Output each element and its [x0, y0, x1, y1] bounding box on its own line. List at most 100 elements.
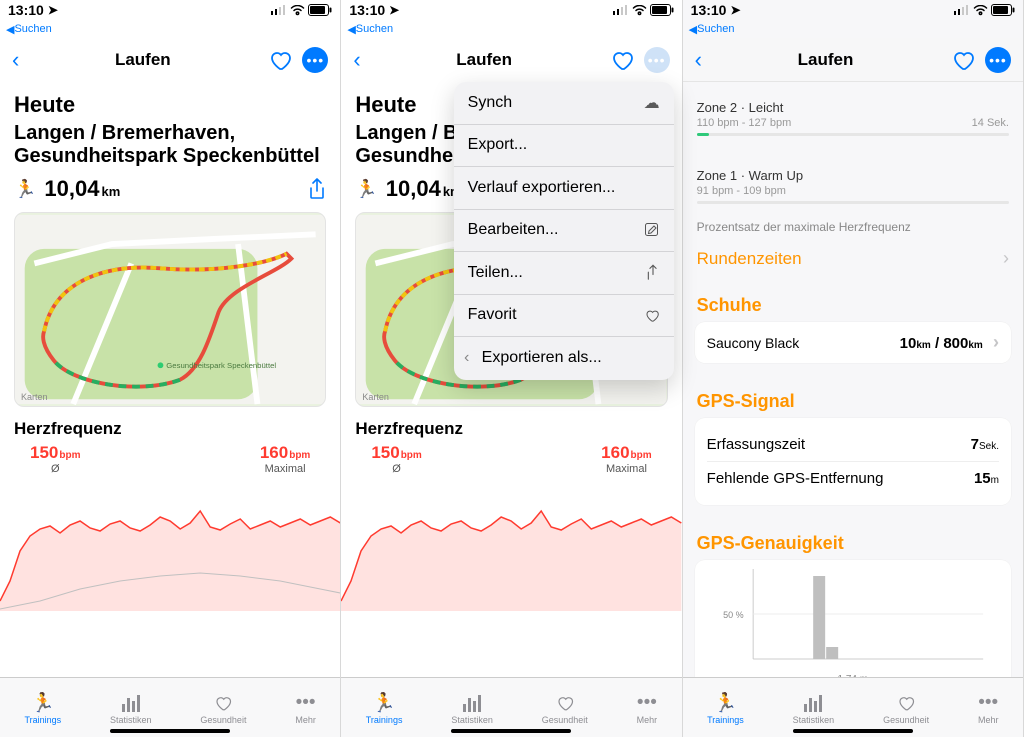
day-label: Heute — [0, 82, 340, 122]
zone-1: Zone 1 · Warm Up 91 bpm - 109 bpm — [695, 162, 1011, 206]
cloud-download-icon: ☁︎ — [644, 93, 660, 113]
tab-trainings[interactable]: 🏃Trainings — [707, 692, 744, 725]
gps-time-label: Erfassungszeit — [707, 436, 805, 453]
zone2-time: 14 Sek. — [972, 117, 1009, 129]
tab-more[interactable]: •••Mehr — [978, 692, 999, 725]
content: Heute Langen / Bremerhaven, Gesundheitsp… — [0, 82, 340, 677]
gps-accuracy-chart: 50 % 1,74 m — [695, 560, 1011, 677]
hr-stats: 150bpm Ø 160bpm Maximal — [0, 443, 340, 477]
more-button[interactable]: ••• — [644, 47, 670, 73]
menu-edit[interactable]: Bearbeiten... — [454, 210, 674, 253]
back-button[interactable]: ‹ — [695, 47, 702, 73]
tab-bar: 🏃Trainings Statistiken Gesundheit •••Meh… — [0, 677, 340, 737]
gps-signal-header: GPS-Signal — [683, 377, 1023, 418]
runner-icon: 🏃 — [14, 179, 36, 200]
battery-icon — [308, 4, 332, 16]
location-arrow-icon: ➤ — [389, 3, 399, 17]
battery-icon — [991, 4, 1015, 16]
tab-health[interactable]: Gesundheit — [883, 692, 929, 725]
tab-trainings[interactable]: 🏃Trainings — [24, 692, 61, 725]
distance-value: 10,04km — [44, 176, 120, 202]
map-svg: Gesundheitspark Speckenbüttel — [15, 213, 325, 406]
map-view[interactable]: Gesundheitspark Speckenbüttel Karten — [14, 212, 326, 407]
more-icon: ••• — [296, 692, 316, 714]
hr-chart — [0, 481, 340, 611]
heart-icon — [644, 308, 660, 323]
screen-summary: 13:10 ➤ ◀ Suchen ‹ Laufen ••• Heute Lang… — [0, 0, 341, 737]
zone-2: Zone 2 · Leicht 110 bpm - 127 bpm14 Sek. — [695, 94, 1011, 138]
status-time: 13:10 — [8, 2, 44, 18]
svg-text:50 %: 50 % — [723, 610, 744, 620]
back-to-search[interactable]: ◀ Suchen — [683, 20, 1023, 38]
home-indicator[interactable] — [793, 729, 913, 733]
battery-icon — [650, 4, 674, 16]
runner-icon: 🏃 — [355, 179, 377, 200]
hr-title: Herzfrequenz — [0, 407, 340, 443]
home-indicator[interactable] — [110, 729, 230, 733]
favorite-button[interactable] — [608, 46, 636, 74]
menu-favorite[interactable]: Favorit — [454, 295, 674, 338]
back-button[interactable]: ‹ — [353, 47, 360, 73]
back-button[interactable]: ‹ — [12, 47, 19, 73]
chevron-right-icon: › — [1003, 248, 1009, 269]
back-to-search[interactable]: ◀ Suchen — [341, 20, 681, 38]
percent-text: Prozentsatz der maximale Herzfrequenz — [683, 210, 1023, 236]
signal-icon — [613, 5, 629, 15]
menu-share[interactable]: Teilen... — [454, 252, 674, 295]
hr-max-value: 160 — [260, 443, 288, 462]
heart-icon — [610, 48, 634, 72]
tab-trainings[interactable]: 🏃Trainings — [366, 692, 403, 725]
nav-title: Laufen — [19, 50, 266, 70]
gps-accuracy-header: GPS-Genauigkeit — [683, 519, 1023, 560]
location-arrow-icon: ➤ — [730, 3, 740, 17]
signal-icon — [954, 5, 970, 15]
nav-title: Laufen — [361, 50, 608, 70]
signal-icon — [271, 5, 287, 15]
chevron-right-icon: › — [993, 332, 999, 352]
tab-health[interactable]: Gesundheit — [542, 692, 588, 725]
wifi-icon — [290, 5, 305, 16]
status-bar: 13:10 ➤ — [0, 0, 340, 20]
location-title: Langen / Bremerhaven, Gesundheitspark Sp… — [0, 122, 340, 174]
home-indicator[interactable] — [451, 729, 571, 733]
lap-times-link[interactable]: Rundenzeiten› — [683, 236, 1023, 281]
shoe-row[interactable]: Saucony Black 10km / 800km › — [695, 322, 1011, 363]
back-to-search[interactable]: ◀ Suchen — [0, 20, 340, 38]
wifi-icon — [973, 5, 988, 16]
menu-export[interactable]: Export... — [454, 125, 674, 168]
tab-stats[interactable]: Statistiken — [451, 692, 493, 725]
more-button[interactable]: ••• — [302, 47, 328, 73]
location-arrow-icon: ➤ — [48, 3, 58, 17]
shoes-header: Schuhe — [683, 281, 1023, 322]
menu-export-history[interactable]: Verlauf exportieren... — [454, 167, 674, 210]
gps-miss-label: Fehlende GPS-Entfernung — [707, 470, 884, 487]
menu-sync[interactable]: Synch☁︎ — [454, 82, 674, 125]
tab-more[interactable]: •••Mehr — [637, 692, 658, 725]
edit-icon — [644, 222, 660, 238]
tab-stats[interactable]: Statistiken — [793, 692, 835, 725]
nav-bar: ‹ Laufen ••• — [683, 38, 1023, 82]
nav-bar: ‹ Laufen ••• — [341, 38, 681, 82]
tab-more[interactable]: •••Mehr — [295, 692, 316, 725]
share-button[interactable] — [308, 178, 326, 200]
status-icons — [271, 4, 332, 16]
nav-bar: ‹ Laufen ••• — [0, 38, 340, 82]
tab-stats[interactable]: Statistiken — [110, 692, 152, 725]
favorite-button[interactable] — [266, 46, 294, 74]
runner-icon: 🏃 — [31, 692, 55, 714]
more-button[interactable]: ••• — [985, 47, 1011, 73]
menu-export-as[interactable]: Exportieren als... — [454, 337, 674, 380]
favorite-button[interactable] — [949, 46, 977, 74]
shoe-name: Saucony Black — [707, 335, 800, 351]
more-menu: Synch☁︎ Export... Verlauf exportieren...… — [454, 82, 674, 380]
screen-details: 13:10➤ ◀ Suchen ‹ Laufen ••• Zone 2 · Le… — [683, 0, 1024, 737]
svg-text:Gesundheitspark Speckenbüttel: Gesundheitspark Speckenbüttel — [166, 361, 276, 370]
map-attribution: Karten — [21, 392, 48, 402]
heart-icon — [213, 692, 233, 714]
hr-avg-label: Ø — [30, 463, 80, 475]
distance-row: 🏃 10,04km — [0, 174, 340, 212]
heart-icon — [951, 48, 975, 72]
hr-max-label: Maximal — [260, 463, 310, 475]
shoe-distance: 10km / 800km › — [900, 332, 999, 353]
tab-health[interactable]: Gesundheit — [200, 692, 246, 725]
